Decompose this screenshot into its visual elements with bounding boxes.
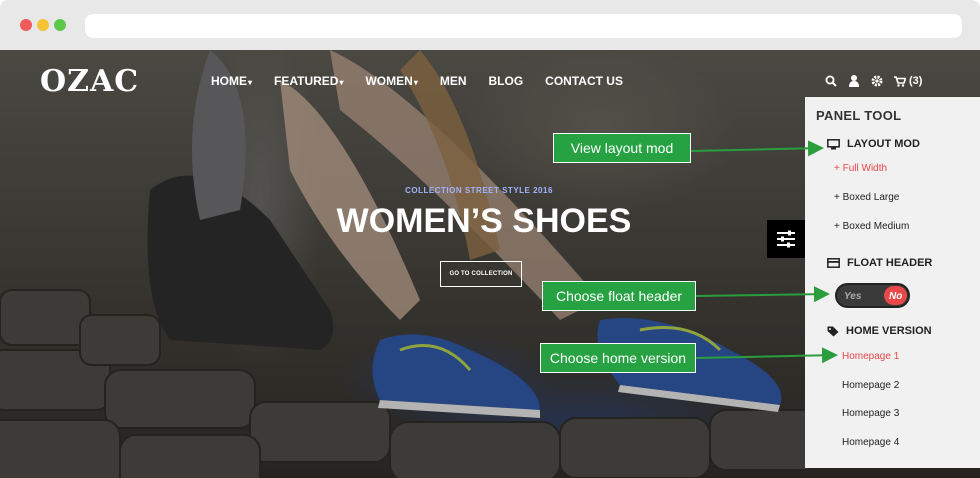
- browser-chrome: [0, 0, 980, 50]
- home-option-1[interactable]: Homepage 1: [842, 351, 899, 362]
- minimize-window-dot[interactable]: [37, 19, 49, 31]
- toggle-yes-label: Yes: [844, 291, 862, 302]
- user-icon[interactable]: [848, 74, 860, 88]
- gear-icon[interactable]: [871, 74, 883, 88]
- home-version-heading: HOME VERSION: [827, 325, 932, 337]
- site-logo[interactable]: OZAC: [40, 64, 139, 99]
- panel-title: PANEL TOOL: [816, 108, 902, 123]
- toggle-no-label: No: [889, 291, 903, 302]
- close-window-dot[interactable]: [20, 19, 32, 31]
- layout-mod-heading: LAYOUT MOD: [827, 138, 920, 150]
- panel-tool: PANEL TOOL LAYOUT MOD + Full Width + Box…: [805, 97, 980, 468]
- address-bar[interactable]: [85, 14, 962, 38]
- chevron-down-icon: ▾: [413, 78, 418, 87]
- chevron-down-icon: ▾: [248, 78, 253, 87]
- layout-option-boxed-large[interactable]: + Boxed Large: [834, 192, 899, 203]
- nav-item-featured[interactable]: FEATURED▾: [274, 74, 343, 88]
- nav-item-men[interactable]: MEN: [440, 74, 467, 88]
- callout-float-header: Choose float header: [542, 281, 696, 311]
- main-nav: HOME▾ FEATURED▾ WOMEN▾ MEN BLOG CONTACT …: [211, 74, 645, 88]
- sliders-icon: [777, 230, 795, 248]
- cart-icon: [894, 76, 906, 87]
- float-header-heading: FLOAT HEADER: [827, 257, 932, 269]
- home-option-3[interactable]: Homepage 3: [842, 408, 899, 419]
- header-tools: (3): [825, 74, 922, 88]
- nav-item-women[interactable]: WOMEN▾: [365, 74, 417, 88]
- tag-icon: [827, 326, 839, 336]
- panel-toggle-button[interactable]: [767, 220, 805, 258]
- monitor-icon: [827, 138, 840, 149]
- home-option-2[interactable]: Homepage 2: [842, 380, 899, 391]
- maximize-window-dot[interactable]: [54, 19, 66, 31]
- home-option-4[interactable]: Homepage 4: [842, 437, 899, 448]
- nav-item-contact[interactable]: CONTACT US: [545, 74, 623, 88]
- chevron-down-icon: ▾: [339, 78, 344, 87]
- layout-option-boxed-medium[interactable]: + Boxed Medium: [834, 221, 909, 232]
- callout-layout-mod: View layout mod: [553, 133, 691, 163]
- layout-option-full-width[interactable]: + Full Width: [834, 163, 887, 174]
- search-icon[interactable]: [825, 74, 837, 88]
- go-to-collection-button[interactable]: GO TO COLLECTION: [440, 261, 522, 287]
- cart-count: (3): [909, 75, 923, 87]
- float-header-toggle[interactable]: Yes No: [835, 283, 910, 308]
- nav-item-home[interactable]: HOME▾: [211, 74, 252, 88]
- cart-button[interactable]: (3): [894, 74, 922, 88]
- callout-home-version: Choose home version: [540, 343, 696, 373]
- nav-item-blog[interactable]: BLOG: [489, 74, 524, 88]
- card-icon: [827, 258, 840, 268]
